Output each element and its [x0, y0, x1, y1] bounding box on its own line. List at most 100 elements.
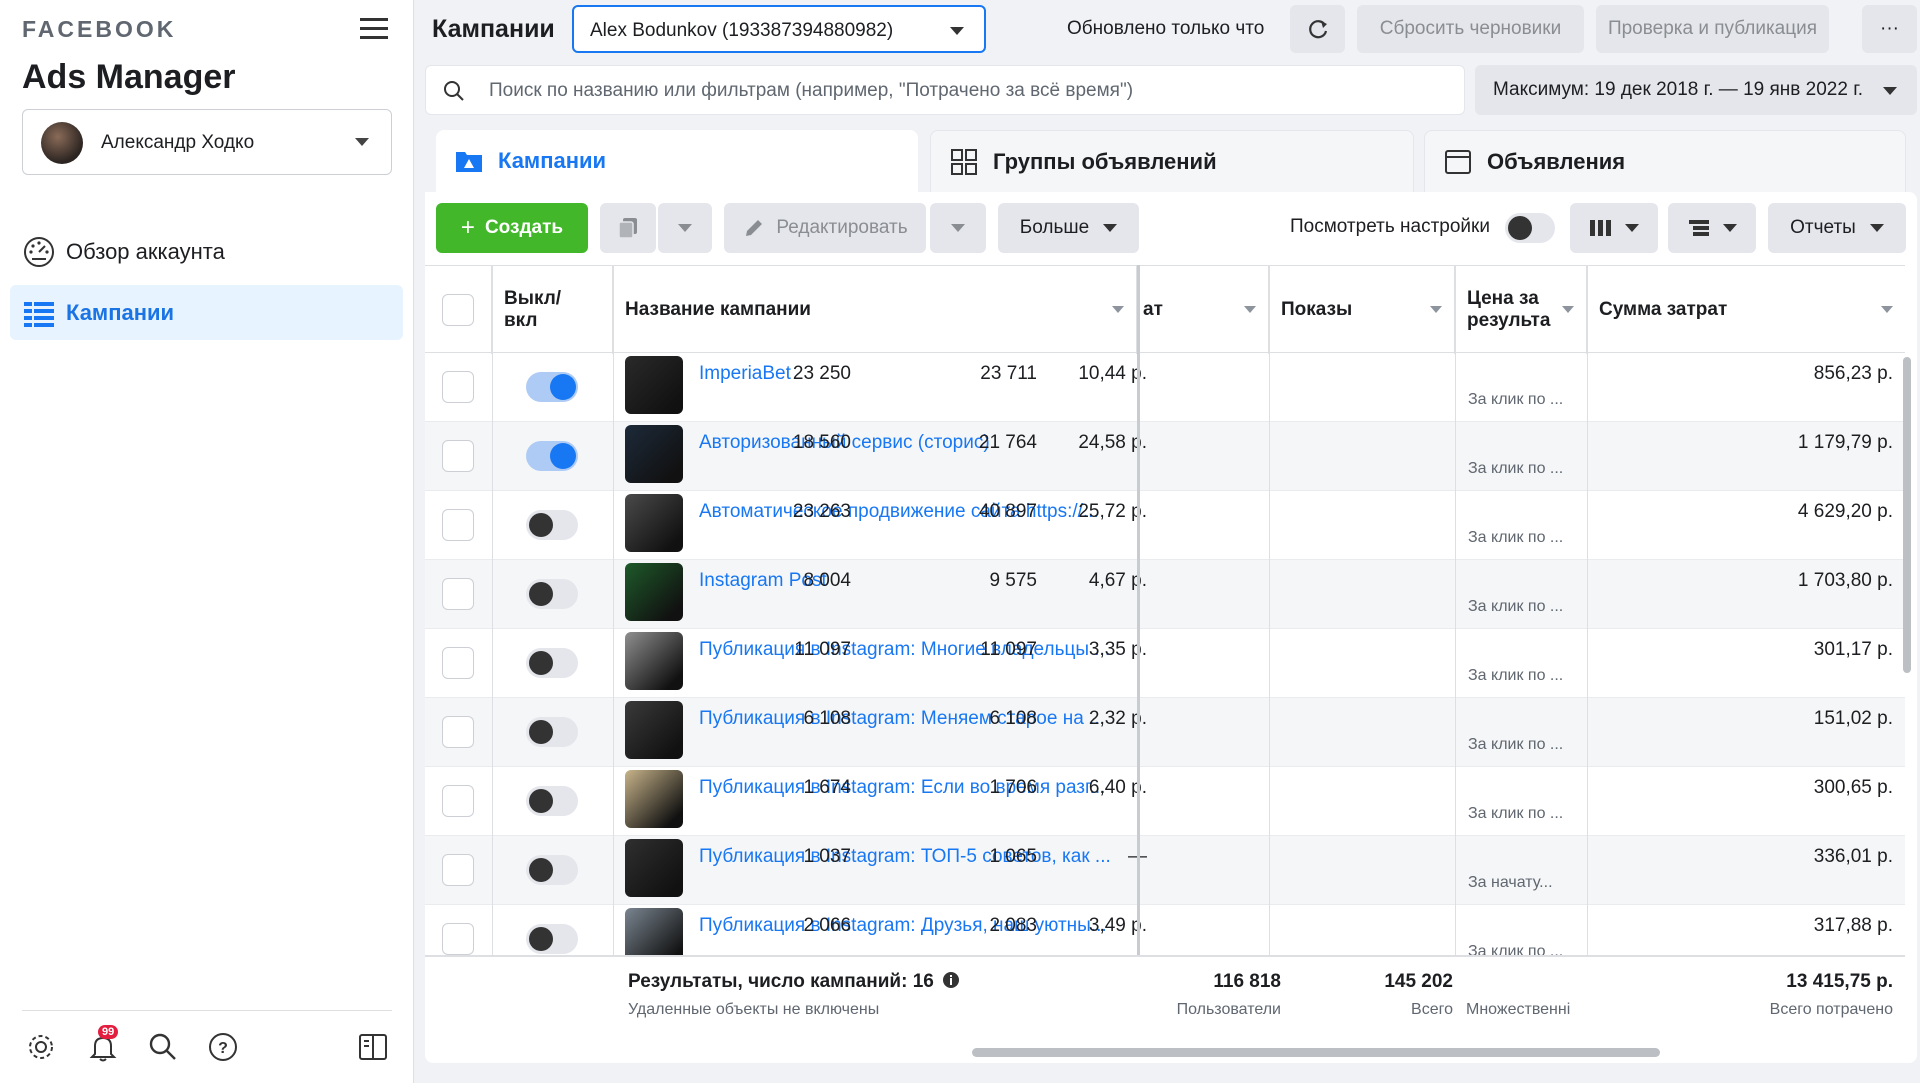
- column-header-label: Сумма затрат: [1599, 299, 1728, 320]
- row-checkbox[interactable]: [442, 785, 474, 817]
- spend-value: 317,88 р.: [1813, 915, 1893, 936]
- cost-per-result-sub: За клик по ...: [1468, 598, 1564, 615]
- results-value: 1 037: [803, 846, 851, 867]
- search-input[interactable]: Поиск по названию или фильтрам (например…: [425, 65, 1465, 115]
- panel-toggle-icon[interactable]: [356, 1030, 390, 1064]
- campaign-toggle[interactable]: [526, 372, 578, 402]
- sidebar-item-campaigns[interactable]: Кампании: [10, 285, 403, 340]
- avatar: [41, 122, 83, 164]
- row-checkbox[interactable]: [442, 647, 474, 679]
- campaign-toggle[interactable]: [526, 924, 578, 954]
- column-header-cost-per-result[interactable]: Цена за результа: [1455, 266, 1587, 354]
- campaign-name-link[interactable]: Автоматическое продвижение сайта https:/…: [699, 501, 1119, 523]
- campaign-toggle[interactable]: [526, 855, 578, 885]
- create-label: Создать: [484, 217, 564, 238]
- spend-value: 1 703,80 р.: [1797, 570, 1893, 591]
- reports-button[interactable]: Отчеты: [1768, 203, 1906, 253]
- campaign-name-link[interactable]: Публикация в Instagram: Многие владельцы…: [699, 639, 1119, 661]
- table-row[interactable]: Публикация в Instagram: Меняем старое на…: [425, 698, 1905, 767]
- column-header-results[interactable]: ат: [1137, 266, 1269, 354]
- sidebar-item-label: Кампании: [66, 299, 175, 325]
- row-checkbox[interactable]: [442, 440, 474, 472]
- row-checkbox[interactable]: [442, 509, 474, 541]
- row-checkbox[interactable]: [442, 923, 474, 955]
- horizontal-scrollbar[interactable]: [972, 1048, 1660, 1057]
- results-value: 2 066: [803, 915, 851, 936]
- results-value: 23 263: [792, 501, 851, 522]
- table-row[interactable]: Публикация в Instagram: Многие владельцы…: [425, 629, 1905, 698]
- campaign-name-link[interactable]: Публикация в Instagram: Если во время ра…: [699, 777, 1119, 799]
- create-button[interactable]: + Создать: [436, 203, 588, 253]
- table-row[interactable]: Публикация в Instagram: ТОП-5 советов, к…: [425, 836, 1905, 905]
- row-checkbox[interactable]: [442, 578, 474, 610]
- tab-ads[interactable]: Объявления: [1424, 130, 1906, 192]
- campaign-toggle[interactable]: [526, 648, 578, 678]
- tab-campaigns[interactable]: Кампании: [436, 130, 918, 192]
- duplicate-button[interactable]: [600, 203, 656, 253]
- app-title: Ads Manager: [22, 58, 236, 96]
- folder-icon: [454, 146, 484, 176]
- more-button[interactable]: Больше: [998, 203, 1139, 253]
- column-header-impressions[interactable]: Показы: [1269, 266, 1455, 354]
- gear-icon[interactable]: [24, 1030, 58, 1064]
- cost-per-result-sub: За клик по ...: [1468, 667, 1564, 684]
- column-header-label: Показы: [1281, 299, 1353, 320]
- column-header-spend[interactable]: Сумма затрат: [1587, 266, 1905, 354]
- view-settings-toggle[interactable]: [1505, 213, 1555, 243]
- spend-value: 1 179,79 р.: [1797, 432, 1893, 453]
- columns-button[interactable]: [1570, 203, 1658, 253]
- campaign-name-link[interactable]: Авторизованный сервис (сторис): [699, 432, 1119, 454]
- edit-button[interactable]: Редактировать: [724, 203, 926, 253]
- refresh-button[interactable]: [1290, 5, 1345, 53]
- cost-per-result-sub: За клик по ...: [1468, 391, 1564, 408]
- grid-icon: [949, 147, 979, 177]
- spend-value: 151,02 р.: [1813, 708, 1893, 729]
- campaign-name-link[interactable]: Публикация в Instagram: Друзья, наш уютн…: [699, 915, 1119, 937]
- review-publish-button[interactable]: Проверка и публикация: [1596, 5, 1829, 53]
- user-account-selector[interactable]: Александр Ходко: [22, 109, 392, 175]
- table-row[interactable]: Instagram Post 8 004 9 575 4,67 р. За клик п…: [425, 560, 1905, 629]
- dashboard-icon: [22, 235, 56, 269]
- more-options-button[interactable]: ···: [1862, 5, 1917, 53]
- breakdown-button[interactable]: [1668, 203, 1756, 253]
- chevron-down-icon: [951, 224, 965, 232]
- ad-account-selector[interactable]: Alex Bodunkov (193387394880982): [572, 5, 986, 53]
- campaign-name-link[interactable]: ImperiaBet: [699, 363, 1119, 385]
- campaign-toggle[interactable]: [526, 579, 578, 609]
- row-checkbox[interactable]: [442, 854, 474, 886]
- duplicate-dropdown-button[interactable]: [658, 203, 712, 253]
- campaign-toggle[interactable]: [526, 786, 578, 816]
- edit-dropdown-button[interactable]: [930, 203, 986, 253]
- row-checkbox[interactable]: [442, 371, 474, 403]
- search-placeholder: Поиск по названию или фильтрам (например…: [489, 80, 1134, 101]
- table-row[interactable]: ImperiaBet 23 250 23 711 10,44 р. За клик по…: [425, 353, 1905, 422]
- reset-drafts-button[interactable]: Сбросить черновики: [1357, 5, 1584, 53]
- column-header-name[interactable]: Название кампании: [613, 266, 1137, 354]
- spend-value: 300,65 р.: [1813, 777, 1893, 798]
- campaign-toggle[interactable]: [526, 510, 578, 540]
- table-row[interactable]: Публикация в Instagram: Если во время ра…: [425, 767, 1905, 836]
- row-checkbox[interactable]: [442, 716, 474, 748]
- table-row[interactable]: Автоматическое продвижение сайта https:/…: [425, 491, 1905, 560]
- select-all-checkbox[interactable]: [442, 294, 474, 326]
- tab-ad-sets[interactable]: Группы объявлений: [930, 130, 1414, 192]
- column-header-toggle[interactable]: Выкл/ вкл: [492, 266, 613, 354]
- column-header-label: Цена за результа: [1467, 288, 1551, 331]
- vertical-scrollbar[interactable]: [1903, 357, 1911, 673]
- sidebar-item-account-overview[interactable]: Обзор аккаунта: [10, 224, 403, 279]
- breakdown-icon: [1689, 220, 1709, 236]
- campaign-name-link[interactable]: Instagram Post: [699, 570, 1119, 592]
- date-range-picker[interactable]: Максимум: 19 дек 2018 г. — 19 янв 2022 г…: [1475, 65, 1917, 115]
- campaign-toggle[interactable]: [526, 717, 578, 747]
- info-icon[interactable]: [942, 971, 960, 989]
- campaign-name-link[interactable]: Публикация в Instagram: Меняем старое на…: [699, 708, 1119, 730]
- search-icon[interactable]: [146, 1030, 180, 1064]
- campaign-name-link[interactable]: Публикация в Instagram: ТОП-5 советов, к…: [699, 846, 1119, 868]
- hamburger-menu-icon[interactable]: [360, 16, 390, 42]
- cost-per-result-sub: За клик по ...: [1468, 529, 1564, 546]
- help-icon[interactable]: ?: [206, 1030, 240, 1064]
- sidebar-item-label: Обзор аккаунта: [66, 238, 225, 264]
- campaign-toggle[interactable]: [526, 441, 578, 471]
- table-row[interactable]: Авторизованный сервис (сторис) 18 560 21 7…: [425, 422, 1905, 491]
- chevron-down-icon: [1883, 87, 1897, 95]
